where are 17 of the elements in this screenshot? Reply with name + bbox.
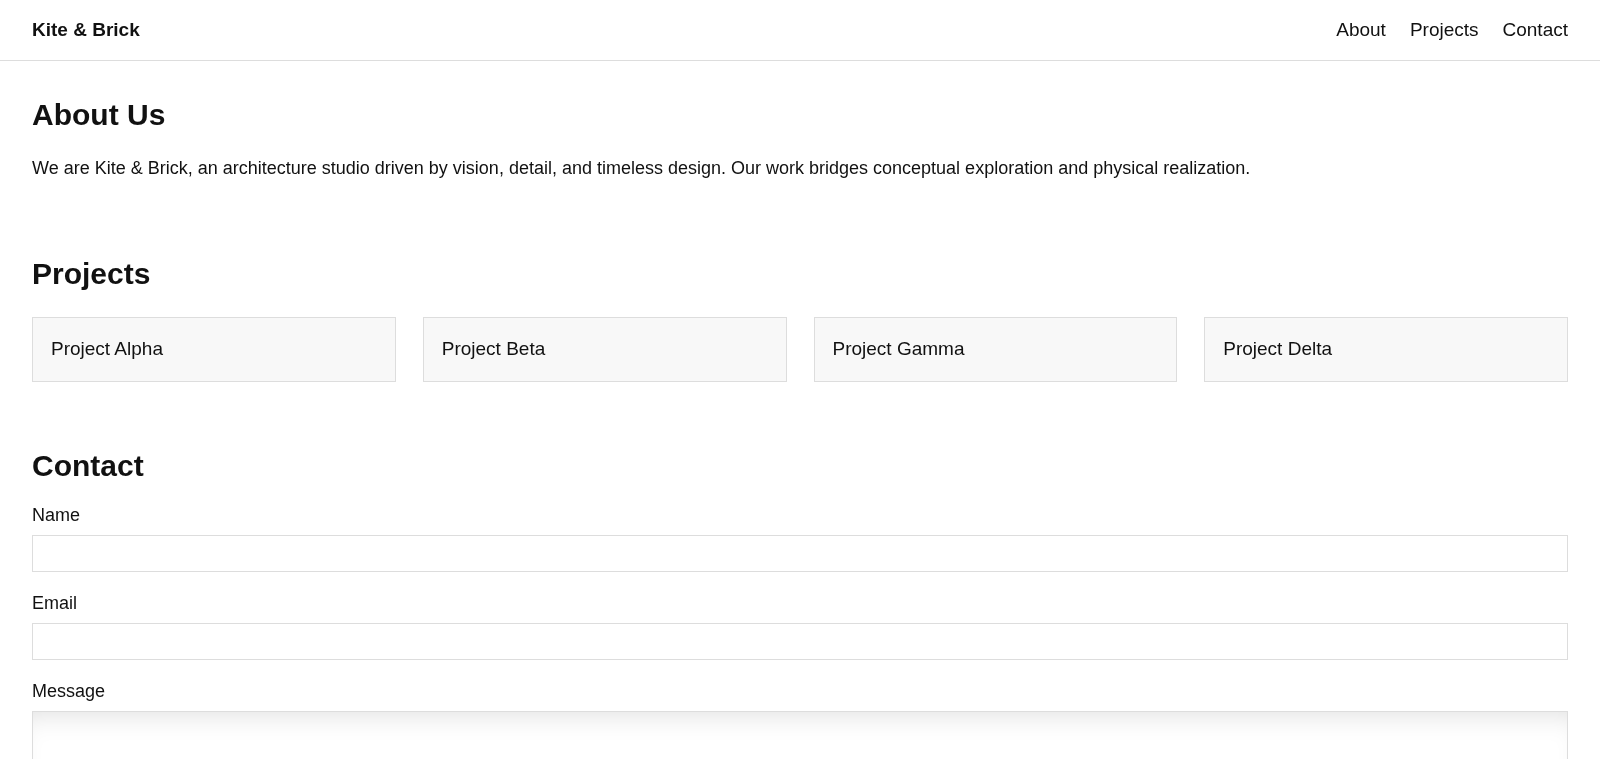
nav-link[interactable]: About bbox=[1336, 15, 1386, 45]
section-heading: Contact bbox=[32, 448, 145, 484]
nav-link[interactable]: Contact bbox=[1502, 15, 1568, 45]
project-card[interactable]: Project Gamma bbox=[813, 317, 1178, 382]
brand-logo[interactable]: Kite & Brick bbox=[32, 15, 140, 45]
project-card[interactable]: Project Alpha bbox=[32, 317, 396, 382]
text-field[interactable] bbox=[32, 535, 1568, 572]
field-label: Email bbox=[32, 592, 78, 615]
project-card[interactable]: Project Delta bbox=[1204, 317, 1568, 382]
nav-link[interactable]: Projects bbox=[1409, 15, 1479, 45]
section-heading: About Us bbox=[32, 97, 167, 133]
field-label: Name bbox=[32, 504, 81, 527]
about-text: We are Kite & Brick, an architecture studio driven by vision, detail, and timeless design. Our work bridges conceptual exploration and physical realization. bbox=[32, 157, 1252, 180]
text-field[interactable] bbox=[32, 623, 1568, 660]
section-heading: Projects bbox=[32, 256, 152, 292]
project-card[interactable]: Project Beta bbox=[422, 317, 787, 382]
field-label: Message bbox=[32, 680, 107, 703]
